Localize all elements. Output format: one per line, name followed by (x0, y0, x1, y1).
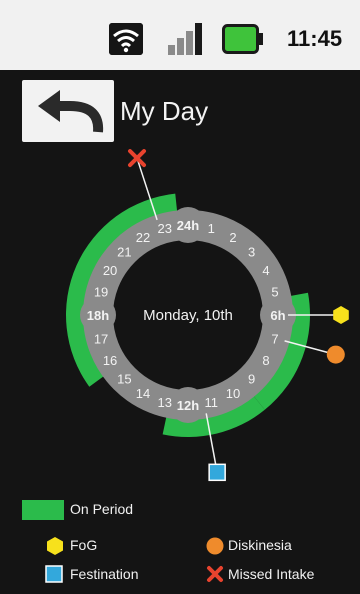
hour-label: 3 (248, 244, 255, 259)
hour-label: 22 (136, 230, 150, 245)
battery-icon (222, 24, 263, 54)
diskinesia-circle-icon (206, 537, 224, 555)
hour-label: 5 (271, 285, 278, 300)
hour-label: 2 (229, 230, 236, 245)
day-clock-chart: 24h 123456h789101112h131415161718h1920212… (66, 149, 349, 482)
hour-label: 10 (226, 386, 240, 401)
on-period-swatch (22, 500, 64, 520)
hour-label: 1 (208, 221, 215, 236)
festination-square-icon (45, 565, 63, 583)
hour-label: 18h (87, 308, 109, 323)
hour-label: 12h (177, 398, 199, 413)
fog-hexagon-icon (47, 537, 63, 555)
hour-label: 15 (117, 372, 131, 387)
status-time: 11:45 (287, 26, 343, 51)
hour-label: 4 (262, 263, 269, 278)
missed-intake-marker-icon[interactable] (128, 149, 147, 168)
hour-label: 6h (270, 308, 285, 323)
hour-label: 23 (157, 221, 171, 236)
legend-fog-label: FoG (70, 537, 98, 553)
clock-center-label: Monday, 10th (143, 307, 233, 324)
hour-label: 11 (205, 395, 219, 410)
signal-icon (168, 23, 202, 55)
back-arrow-icon (38, 90, 104, 133)
hour-label: 17 (94, 331, 108, 346)
legend-festination-label: Festination (70, 566, 139, 582)
hour-label: 21 (117, 244, 131, 259)
missed-intake-x-icon (207, 566, 223, 582)
hour-label: 16 (103, 353, 117, 368)
legend: On Period FoG Diskinesia Festination Mis… (0, 490, 360, 594)
hour-label: 19 (94, 285, 108, 300)
hour-label: 8 (262, 353, 269, 368)
festination-marker-icon[interactable] (208, 463, 226, 482)
legend-diskinesia-label: Diskinesia (228, 537, 292, 553)
legend-missed-intake-label: Missed Intake (228, 566, 315, 582)
hour-label: 13 (157, 395, 171, 410)
hour-label: 20 (103, 263, 117, 278)
diskinesia-marker-icon[interactable] (326, 345, 345, 364)
legend-on-period-label: On Period (70, 501, 134, 517)
hour-label: 14 (136, 386, 150, 401)
hour-label: 7 (271, 331, 278, 346)
back-button[interactable] (22, 80, 114, 142)
fog-marker-icon[interactable] (333, 306, 349, 324)
status-bar: 11:45 (0, 0, 360, 70)
page-title: My Day (120, 96, 209, 126)
hour-label: 24h (177, 218, 199, 233)
wifi-icon (109, 23, 143, 55)
hour-label: 9 (248, 372, 255, 387)
